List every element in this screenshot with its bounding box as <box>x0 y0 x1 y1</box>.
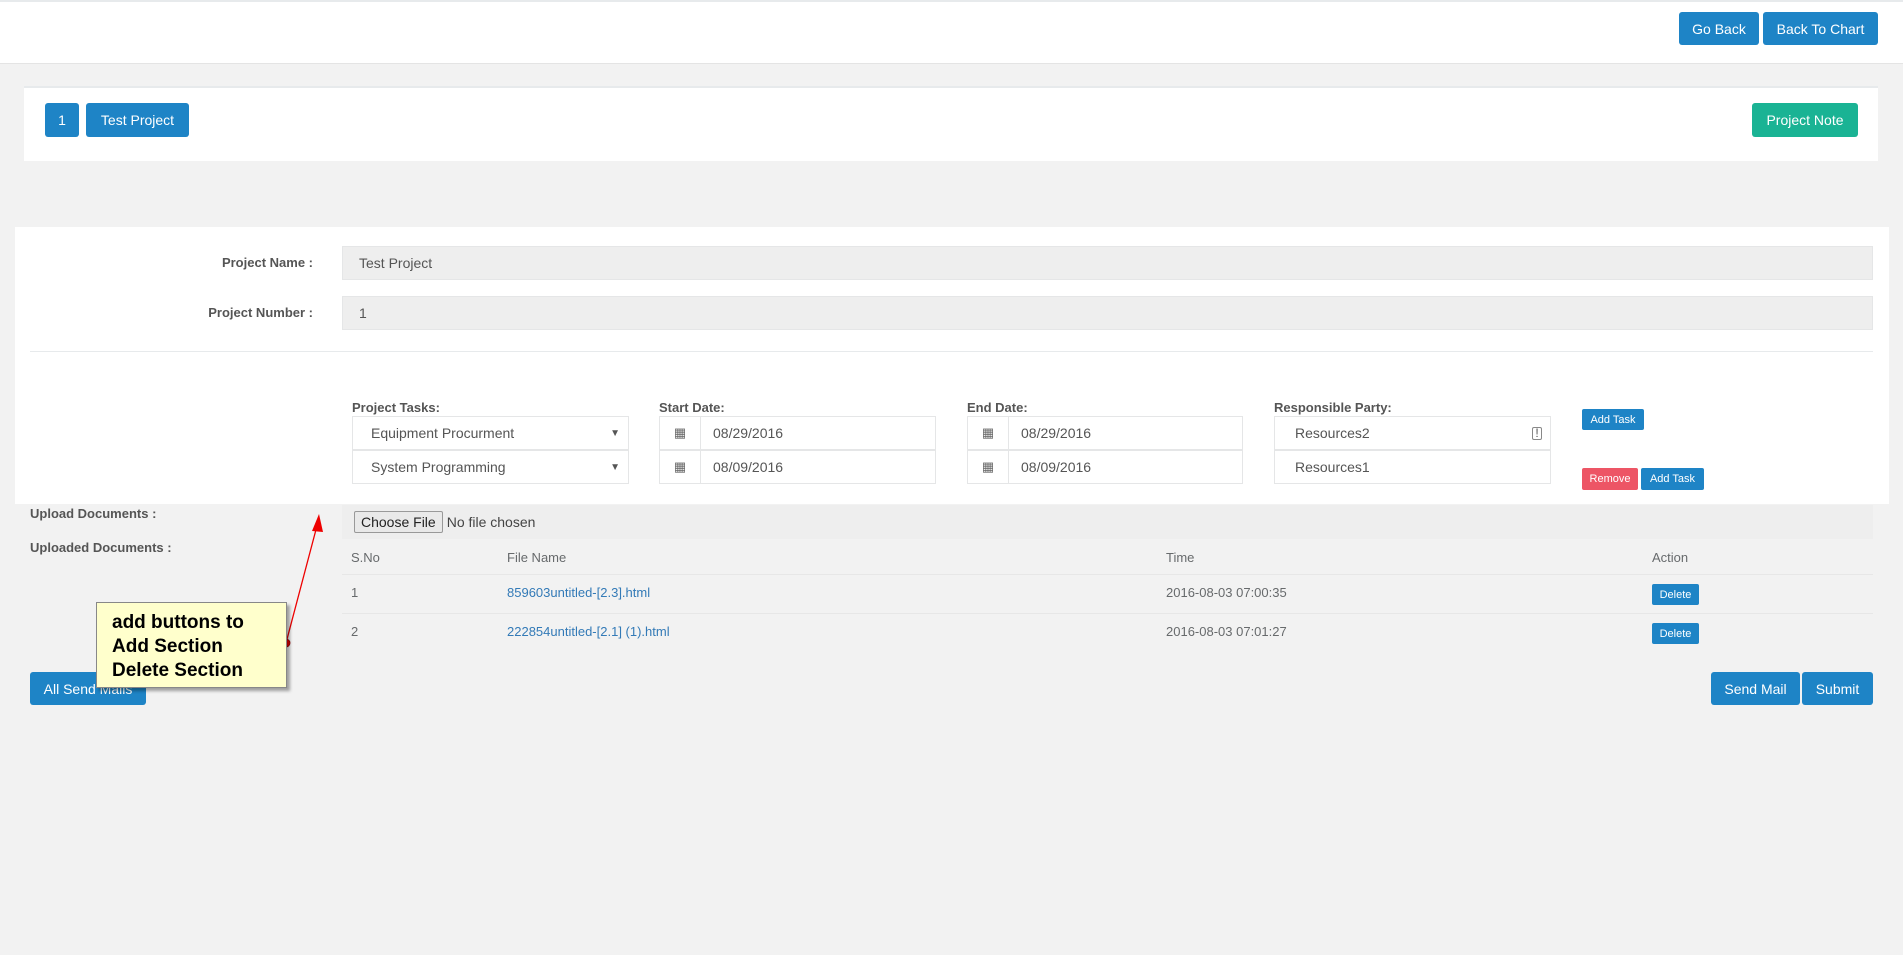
annotation-note: add buttons to Add Section Delete Sectio… <box>96 602 287 688</box>
annotation-line: add buttons to <box>112 612 244 633</box>
annotation-arrow <box>281 514 323 648</box>
annotation-line: Delete Section <box>112 660 243 681</box>
annotation-line: Add Section <box>112 636 223 657</box>
